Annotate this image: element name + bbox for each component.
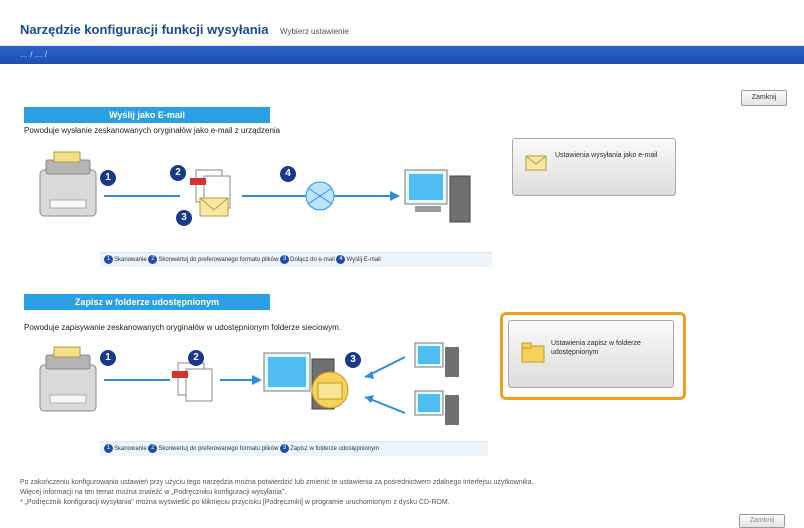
step-4-badge: 4 (280, 166, 296, 182)
nav-bar (0, 46, 804, 64)
email-section-header: Wyślij jako E-mail (24, 107, 270, 123)
computer-icon (414, 342, 459, 377)
envelope-icon (525, 155, 547, 171)
folder-flow-diagram (39, 342, 459, 425)
email-flow-diagram (39, 151, 471, 223)
email-section-description: Powoduje wysłanie zeskanowanych oryginał… (24, 126, 281, 135)
legend-text: Dołącz do e-mail (290, 257, 335, 263)
legend-text: Skonwertuj do preferowanego formatu plik… (158, 446, 279, 452)
legend-num: 3 (280, 443, 290, 453)
legend-text: Skanowanie (114, 446, 147, 452)
footer-line: * „Podręcznik konfiguracji wysyłania" mo… (20, 499, 450, 506)
legend-text: Wyślij E-mail (346, 257, 381, 263)
legend-text: Zapisz w folderze udostępnionym (290, 446, 380, 452)
legend-num: 2 (148, 443, 158, 453)
title-bar: Narzędzie konfiguracji funkcji wysyłania… (0, 0, 804, 46)
folder-settings-label: Ustawienia zapisz w folderze udostępnion… (551, 340, 641, 356)
folder-section-header: Zapisz w folderze udostępnionym (24, 294, 270, 310)
footer-line: Po zakończeniu konfigurowania ustawień p… (20, 479, 534, 486)
pdf-document-icon (172, 362, 213, 402)
step-2-badge: 2 (170, 165, 186, 181)
step-3-badge: 3 (345, 352, 361, 368)
email-legend: 1 Skanowanie 2 Skonwertuj do preferowanego… (100, 252, 492, 267)
folder-legend: 1 Skanowanie 2 Skonwertuj do preferowanego… (100, 441, 488, 456)
legend-num: 2 (148, 254, 158, 264)
send-config-window: Narzędzie konfiguracji funkcji wysyłania… (0, 0, 804, 528)
email-settings-button[interactable]: Ustawienia wysyłania jako e-mail (512, 138, 676, 196)
step-2-badge: 2 (188, 350, 204, 366)
page-title: Narzędzie konfiguracji funkcji wysyłania (20, 22, 269, 37)
legend-num: 1 (104, 254, 113, 264)
envelope-icon (199, 197, 229, 217)
close-button-bottom[interactable]: Zamknij (739, 514, 785, 528)
footer-notes: Po zakończeniu konfigurowania ustawień p… (20, 478, 534, 508)
footer-line: Więcej informacji na ten temat można zna… (20, 489, 287, 496)
legend-num: 4 (336, 254, 346, 264)
email-settings-label: Ustawienia wysyłania jako e-mail (555, 152, 658, 159)
page-subtitle: Wybierz ustawienie (280, 27, 349, 36)
legend-text: Skanowanie (114, 257, 147, 263)
printer-icon (39, 346, 97, 412)
legend-num: 1 (104, 443, 113, 453)
step-1-badge: 1 (100, 350, 116, 366)
close-button[interactable]: Zamknij (741, 90, 787, 106)
step-3-badge: 3 (176, 210, 192, 226)
printer-icon (39, 151, 97, 217)
breadcrumb[interactable]: … / … / (20, 50, 47, 59)
folder-icon (311, 371, 349, 409)
step-1-badge: 1 (100, 170, 116, 186)
computer-icon (414, 390, 459, 425)
legend-text: Skonwertuj do preferowanego formatu plik… (158, 257, 279, 263)
network-globe-icon (305, 181, 335, 211)
folder-settings-button[interactable]: Ustawienia zapisz w folderze udostępnion… (508, 320, 674, 388)
legend-num: 3 (280, 254, 290, 264)
computer-icon (404, 169, 471, 223)
folder-icon (521, 342, 545, 363)
folder-section-description: Powoduje zapisywanie zeskanowanych orygi… (24, 323, 342, 332)
